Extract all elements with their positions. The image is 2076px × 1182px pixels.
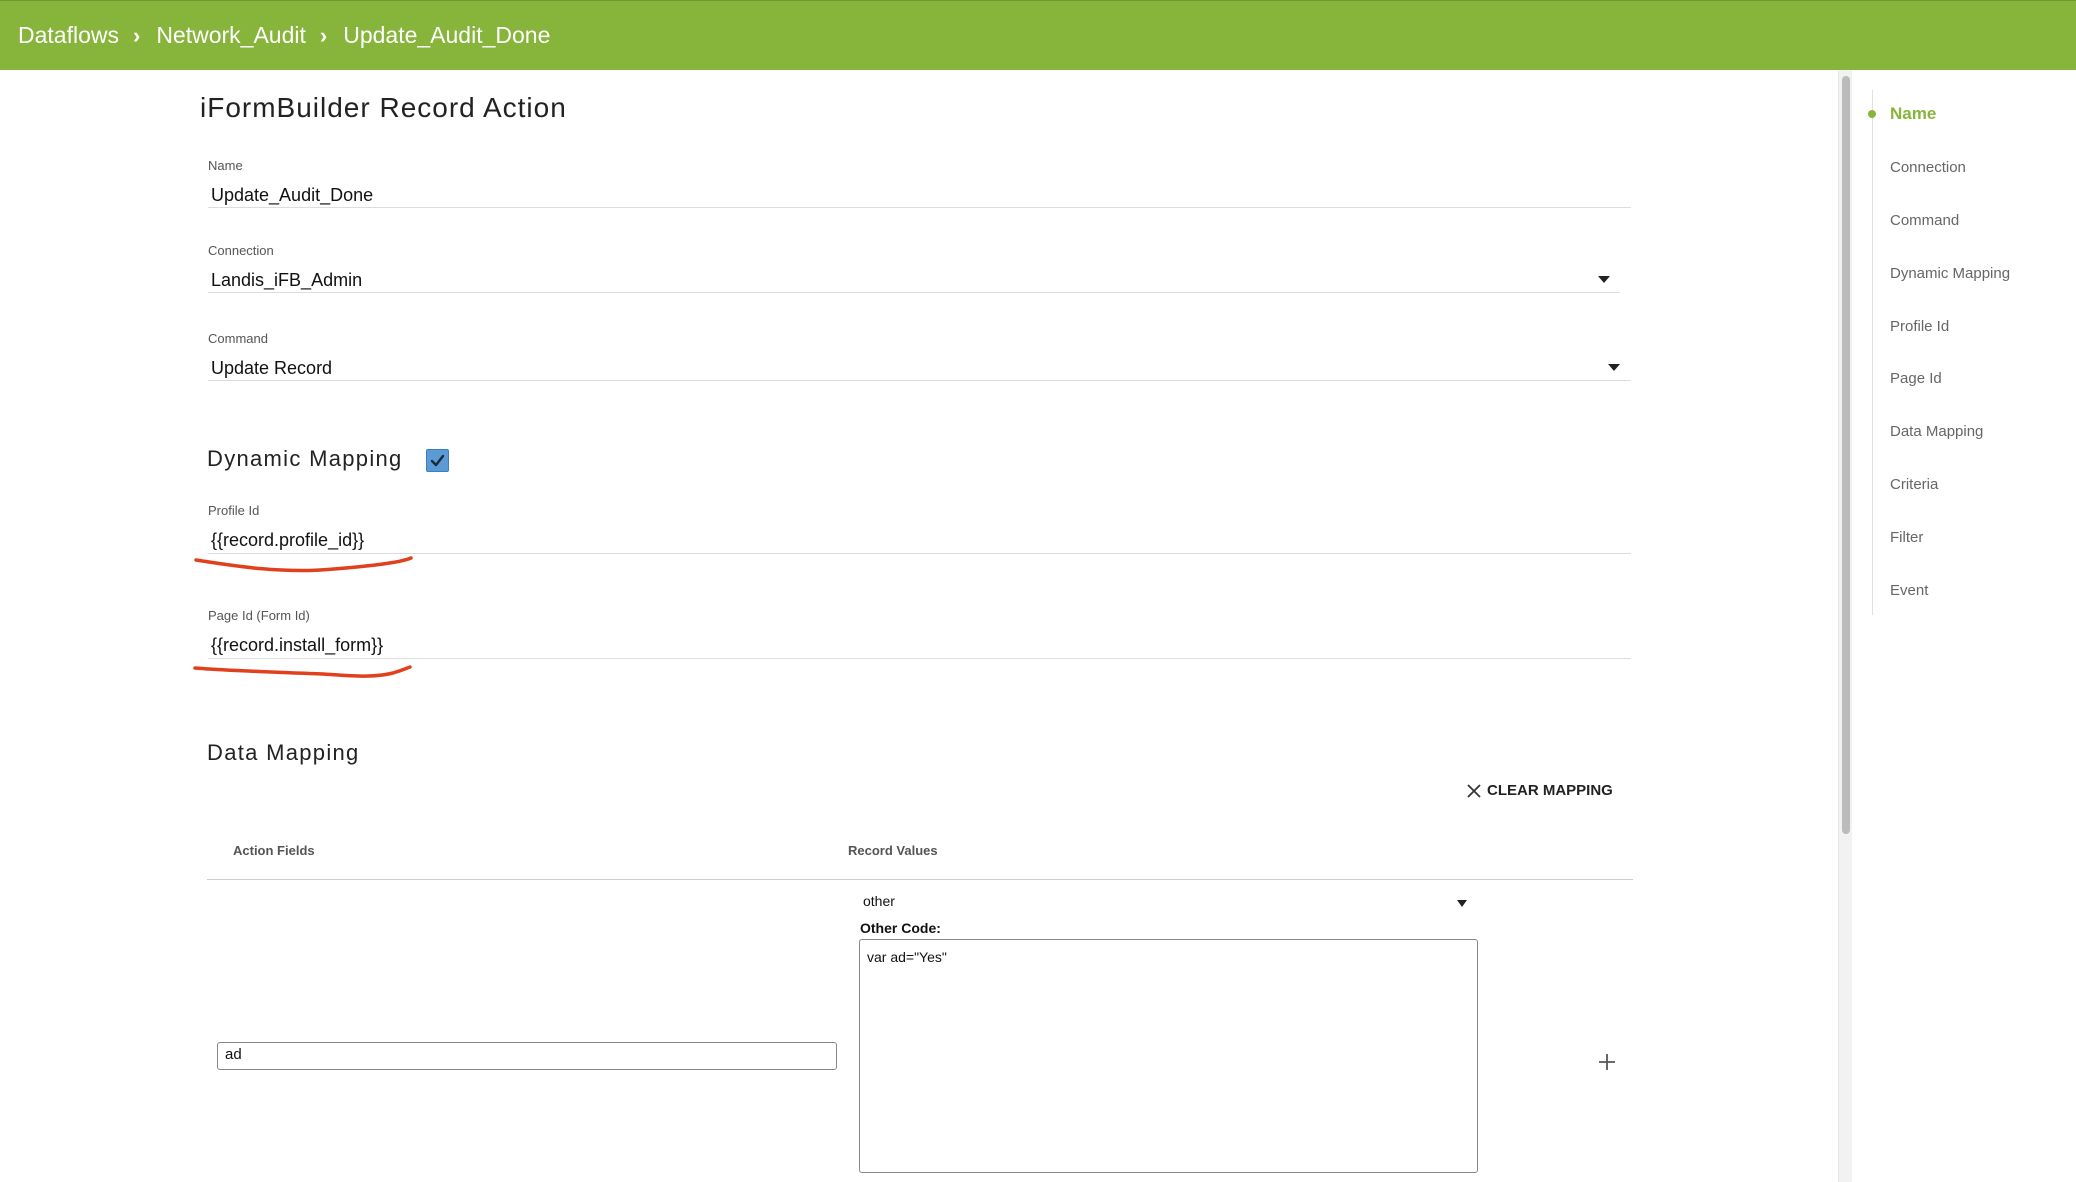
nav-item-criteria[interactable]: Criteria [1890, 476, 1938, 493]
connection-value[interactable]: Landis_iFB_Admin [208, 270, 362, 291]
profile-id-label: Profile Id [208, 503, 260, 518]
nav-item-connection[interactable]: Connection [1890, 159, 1966, 176]
profile-id-field[interactable]: Profile Id {{record.profile_id}} [208, 503, 364, 551]
nav-item-name[interactable]: Name [1890, 104, 1936, 124]
name-value[interactable]: Update_Audit_Done [208, 185, 373, 206]
active-indicator-dot [1868, 110, 1876, 118]
clear-mapping-label: CLEAR MAPPING [1487, 782, 1613, 799]
record-value-select[interactable]: other [863, 893, 895, 909]
command-underline [208, 380, 1631, 381]
connection-field[interactable]: Connection Landis_iFB_Admin [208, 243, 362, 291]
scrollbar-thumb[interactable] [1842, 76, 1850, 834]
plus-icon[interactable] [1598, 1048, 1616, 1076]
top-bar: Dataflows › Network_Audit › Update_Audit… [0, 0, 2076, 70]
add-row-button[interactable] [1598, 1053, 1616, 1071]
command-label: Command [208, 331, 268, 346]
section-nav: Name Connection Command Dynamic Mapping … [1852, 70, 2076, 1182]
nav-track-line [1872, 90, 1873, 615]
nav-item-page-id[interactable]: Page Id [1890, 370, 1942, 387]
close-icon [1467, 783, 1481, 798]
name-label: Name [208, 158, 243, 173]
profile-id-underline [208, 553, 1631, 554]
page-id-underline [208, 658, 1631, 659]
breadcrumb-update-audit-done[interactable]: Update_Audit_Done [343, 22, 550, 49]
scrollbar[interactable] [1838, 70, 1853, 1182]
nav-item-data-mapping[interactable]: Data Mapping [1890, 423, 1983, 440]
chevron-right-icon: › [319, 22, 328, 48]
data-mapping-title: Data Mapping [207, 740, 360, 765]
nav-item-event[interactable]: Event [1890, 582, 1928, 599]
nav-item-profile-id[interactable]: Profile Id [1890, 318, 1949, 335]
main-content: iFormBuilder Record Action Name Update_A… [0, 70, 1838, 1182]
action-field-input[interactable]: ad [217, 1042, 837, 1070]
nav-item-dynamic-mapping[interactable]: Dynamic Mapping [1890, 265, 2010, 282]
chevron-right-icon: › [132, 22, 141, 48]
connection-underline [208, 292, 1620, 293]
table-header-divider [207, 879, 1633, 880]
red-annotation-underline [193, 665, 412, 678]
command-value[interactable]: Update Record [208, 358, 332, 379]
page-id-label: Page Id (Form Id) [208, 608, 310, 623]
column-header-action-fields: Action Fields [233, 843, 315, 858]
caret-down-icon[interactable] [1457, 900, 1467, 907]
red-annotation-underline [194, 556, 413, 573]
nav-item-command[interactable]: Command [1890, 212, 1959, 229]
check-icon [430, 454, 445, 467]
command-field[interactable]: Command Update Record [208, 331, 332, 379]
caret-down-icon[interactable] [1608, 364, 1620, 371]
other-code-textarea[interactable]: var ad="Yes" [859, 939, 1478, 1173]
caret-down-icon[interactable] [1598, 276, 1610, 283]
name-field[interactable]: Name Update_Audit_Done [208, 158, 373, 206]
nav-item-filter[interactable]: Filter [1890, 529, 1923, 546]
other-code-label: Other Code: [860, 920, 941, 936]
breadcrumb-dataflows[interactable]: Dataflows [18, 22, 119, 49]
breadcrumb-network-audit[interactable]: Network_Audit [156, 22, 306, 49]
dynamic-mapping-checkbox[interactable] [426, 449, 449, 472]
page-id-value[interactable]: {{record.install_form}} [208, 635, 383, 656]
dynamic-mapping-title: Dynamic Mapping [207, 446, 403, 471]
column-header-record-values: Record Values [848, 843, 938, 858]
page-title: iFormBuilder Record Action [200, 92, 567, 123]
clear-mapping-button[interactable]: CLEAR MAPPING [1466, 782, 1613, 799]
name-underline [208, 207, 1631, 208]
connection-label: Connection [208, 243, 274, 258]
page-id-field[interactable]: Page Id (Form Id) {{record.install_form}… [208, 608, 383, 656]
profile-id-value[interactable]: {{record.profile_id}} [208, 530, 364, 551]
